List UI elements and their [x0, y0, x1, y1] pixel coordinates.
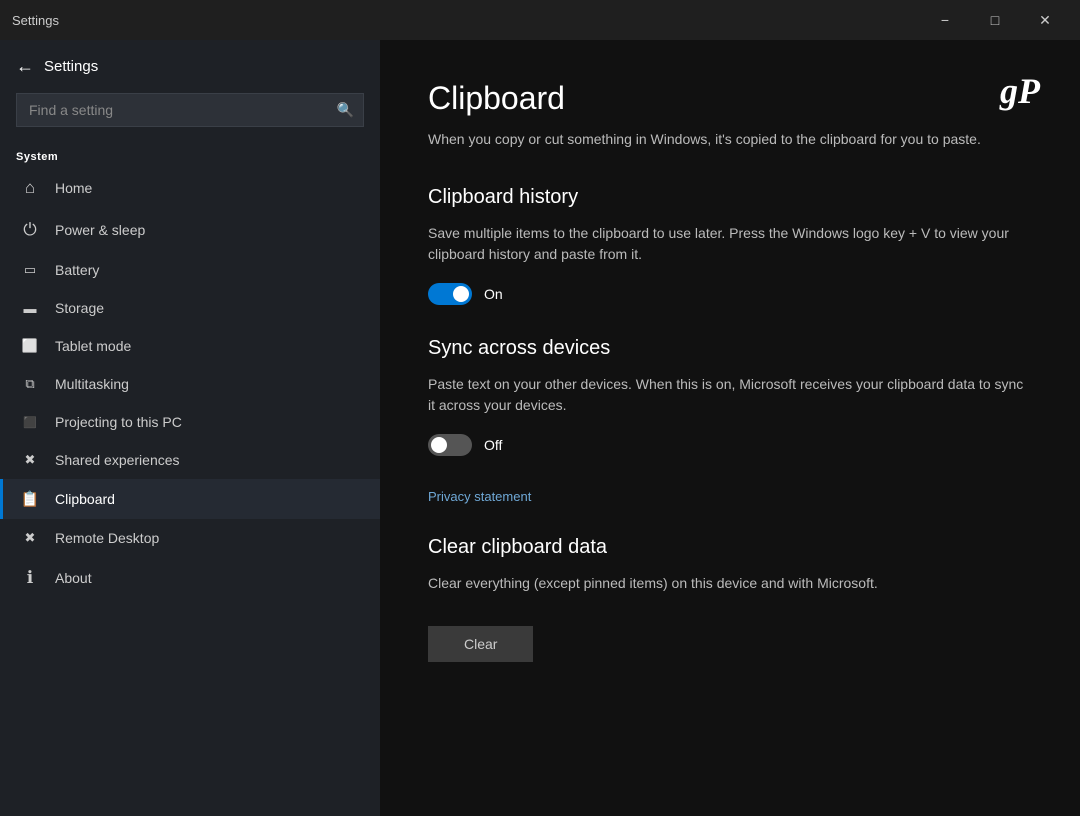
clipboard-history-desc: Save multiple items to the clipboard to …	[428, 223, 1032, 265]
main-layout: ← Settings 🔍 System ⌂ Home ⏻ Power & sle…	[0, 40, 1080, 816]
clipboard-history-toggle-row: On	[428, 283, 1032, 305]
remote-desktop-icon: ✖	[19, 530, 41, 546]
sidebar-item-clipboard[interactable]: 📋 Clipboard	[0, 479, 380, 519]
sync-devices-title: Sync across devices	[428, 337, 1032, 360]
search-input[interactable]	[16, 93, 364, 127]
tablet-mode-icon: ⬜	[19, 338, 41, 354]
sidebar-item-label-projecting: Projecting to this PC	[55, 414, 182, 430]
sidebar-item-label-home: Home	[55, 180, 92, 196]
title-bar-left: Settings	[12, 13, 922, 28]
power-sleep-icon: ⏻	[19, 220, 41, 240]
sidebar-item-battery[interactable]: ▭ Battery	[0, 251, 380, 289]
clipboard-history-toggle[interactable]	[428, 283, 472, 305]
sidebar-item-multitasking[interactable]: ⧉ Multitasking	[0, 365, 380, 403]
brand-logo: gP	[1000, 70, 1040, 112]
sidebar-header: ← Settings	[0, 40, 380, 85]
sync-devices-toggle-row: Off	[428, 434, 1032, 456]
projecting-icon: ⬛	[19, 416, 41, 429]
storage-icon: ▬	[19, 301, 41, 316]
sidebar-item-label-clipboard: Clipboard	[55, 491, 115, 507]
title-bar: Settings − □ ✕	[0, 0, 1080, 40]
content-area: gP Clipboard When you copy or cut someth…	[380, 40, 1080, 816]
sync-devices-desc: Paste text on your other devices. When t…	[428, 374, 1032, 416]
clipboard-history-toggle-knob	[453, 286, 469, 302]
sidebar-item-home[interactable]: ⌂ Home	[0, 167, 380, 209]
search-icon: 🔍	[337, 102, 354, 119]
about-icon: ℹ	[19, 568, 41, 588]
close-button[interactable]: ✕	[1022, 4, 1068, 36]
sidebar-item-projecting[interactable]: ⬛ Projecting to this PC	[0, 403, 380, 441]
sidebar-section-label: System	[0, 143, 380, 167]
clear-data-title: Clear clipboard data	[428, 536, 1032, 559]
sidebar: ← Settings 🔍 System ⌂ Home ⏻ Power & sle…	[0, 40, 380, 816]
clear-data-desc: Clear everything (except pinned items) o…	[428, 573, 1032, 594]
sidebar-item-label-remote-desktop: Remote Desktop	[55, 530, 159, 546]
sidebar-item-power-sleep[interactable]: ⏻ Power & sleep	[0, 209, 380, 251]
maximize-button[interactable]: □	[972, 4, 1018, 36]
sidebar-item-about[interactable]: ℹ About	[0, 557, 380, 599]
back-button[interactable]: ←	[16, 56, 34, 77]
sidebar-item-label-tablet-mode: Tablet mode	[55, 338, 131, 354]
sync-devices-toggle-label: Off	[484, 437, 502, 453]
shared-experiences-icon: ✖	[19, 452, 41, 468]
sync-devices-toggle-knob	[431, 437, 447, 453]
page-subtitle: When you copy or cut something in Window…	[428, 129, 1032, 150]
clipboard-history-toggle-label: On	[484, 286, 503, 302]
privacy-statement-link[interactable]: Privacy statement	[428, 489, 531, 504]
sidebar-item-tablet-mode[interactable]: ⬜ Tablet mode	[0, 327, 380, 365]
sidebar-item-label-battery: Battery	[55, 262, 99, 278]
title-bar-controls: − □ ✕	[922, 4, 1068, 36]
search-box: 🔍	[16, 93, 364, 127]
sidebar-item-label-power-sleep: Power & sleep	[55, 222, 145, 238]
multitasking-icon: ⧉	[19, 376, 41, 392]
title-bar-title: Settings	[12, 13, 59, 28]
sidebar-item-storage[interactable]: ▬ Storage	[0, 289, 380, 327]
clear-button[interactable]: Clear	[428, 626, 533, 662]
sidebar-item-label-storage: Storage	[55, 300, 104, 316]
sidebar-item-remote-desktop[interactable]: ✖ Remote Desktop	[0, 519, 380, 557]
battery-icon: ▭	[19, 262, 41, 278]
clipboard-history-title: Clipboard history	[428, 186, 1032, 209]
sidebar-item-label-about: About	[55, 570, 92, 586]
clipboard-icon: 📋	[19, 490, 41, 508]
page-title: Clipboard	[428, 80, 1032, 117]
sync-devices-toggle[interactable]	[428, 434, 472, 456]
sidebar-item-label-multitasking: Multitasking	[55, 376, 129, 392]
minimize-button[interactable]: −	[922, 4, 968, 36]
sidebar-app-title: Settings	[44, 58, 98, 75]
sidebar-item-shared-experiences[interactable]: ✖ Shared experiences	[0, 441, 380, 479]
sidebar-item-label-shared-experiences: Shared experiences	[55, 452, 180, 468]
home-icon: ⌂	[19, 178, 41, 198]
